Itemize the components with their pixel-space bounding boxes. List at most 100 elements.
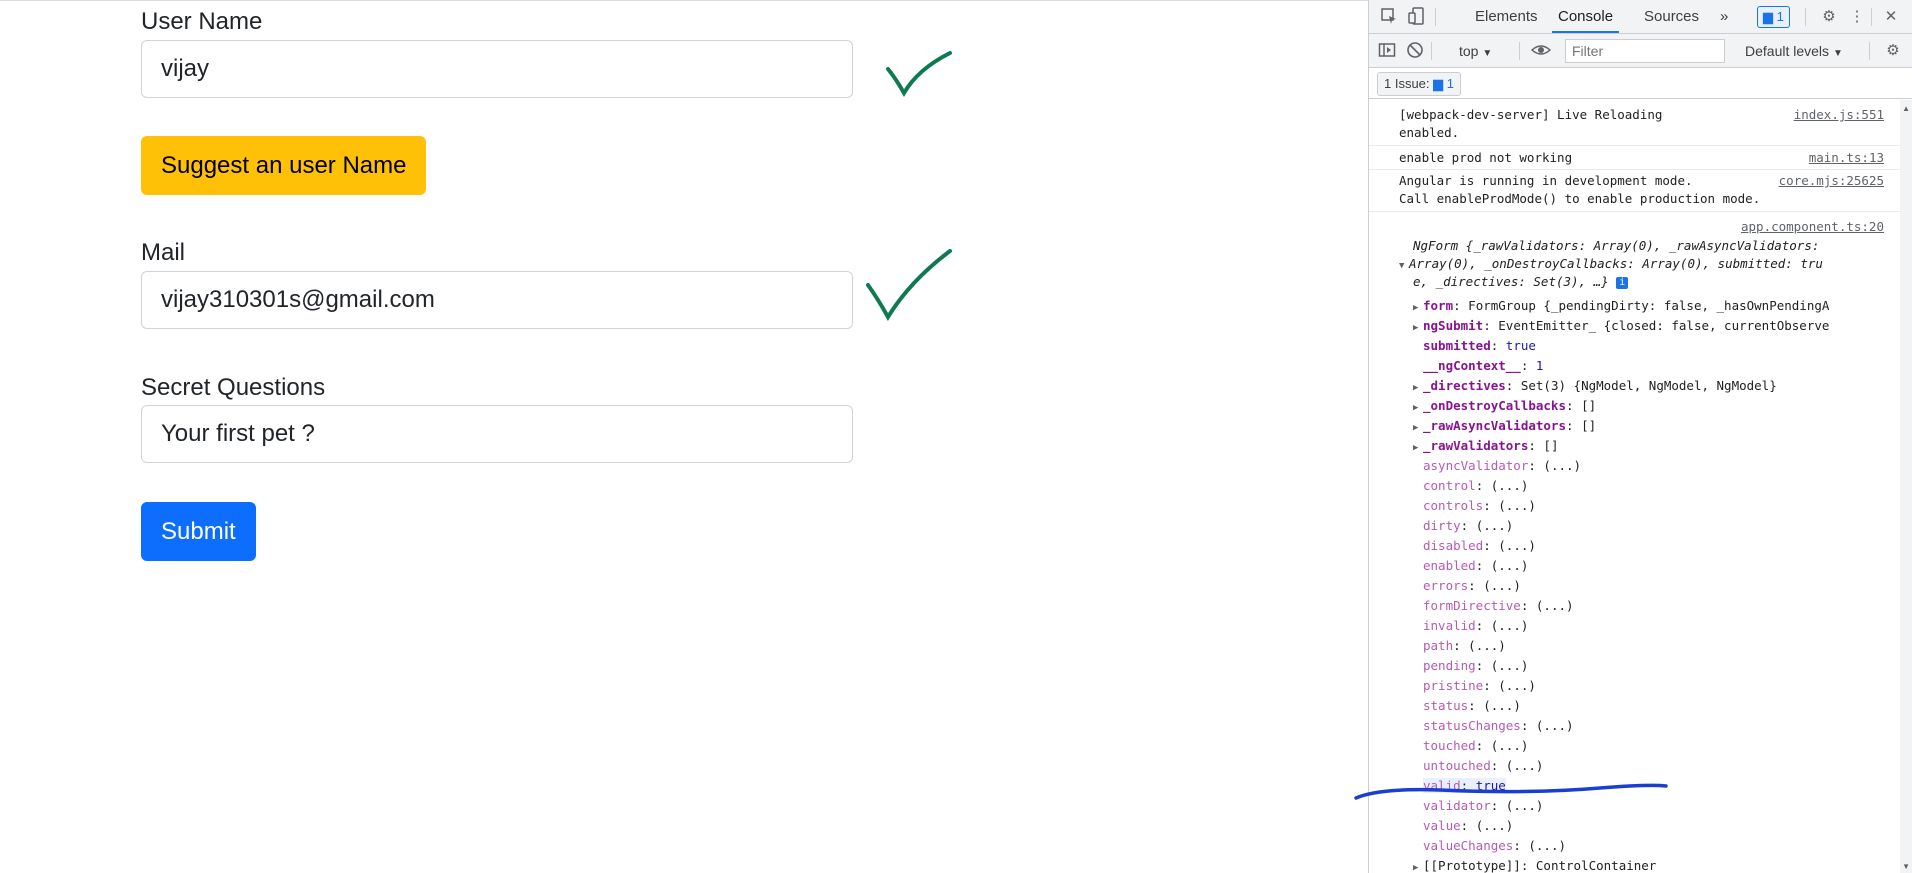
property-row[interactable]: ▶ _directives: Set(3) {NgModel, NgModel, … [1413,376,1777,396]
property-colon: : [1528,438,1544,453]
sidebar-toggle-icon[interactable] [1377,41,1397,61]
property-value[interactable]: (...) [1543,458,1581,473]
property-colon: : [1520,598,1536,613]
secret-questions-label: Secret Questions [141,374,326,401]
property-value[interactable]: (...) [1491,658,1529,673]
console-scrollbar[interactable] [1900,100,1912,873]
property-value[interactable]: (...) [1483,698,1521,713]
checkmark-icon [866,249,952,321]
property-key: _rawAsyncValidators [1423,418,1566,433]
property-key: form [1423,298,1454,313]
console-message-source-link[interactable]: core.mjs:25625 [1779,172,1884,190]
property-value[interactable]: (...) [1491,478,1529,493]
clear-console-icon[interactable] [1405,41,1425,61]
property-value[interactable]: (...) [1506,758,1544,773]
open-issues-button[interactable]: 1 Issue: ▆ 1 [1377,72,1462,96]
property-key: submitted [1423,338,1491,353]
property-key: _onDestroyCallbacks [1423,398,1566,413]
property-key: valueChanges [1423,838,1514,853]
property-row[interactable]: ▶ _rawValidators: [] [1413,436,1558,456]
property-value: [] [1581,398,1597,413]
scroll-down-arrow-icon[interactable]: ▼ [1902,862,1910,871]
property-row: pristine: (...) [1413,676,1536,696]
property-colon: : [1453,638,1469,653]
property-entry: ngSubmit: EventEmitter_ {closed: false, … [1423,318,1829,333]
property-value: [] [1543,438,1559,453]
property-row: valueChanges: (...) [1413,836,1566,856]
mail-input[interactable] [141,271,853,329]
tab-sources[interactable]: Sources [1638,0,1705,33]
app-page: User Name Suggest an user Name Mail Secr… [0,0,1368,873]
console-message-text: [webpack-dev-server] Live Reloading enab… [1399,107,1663,140]
close-icon[interactable]: ✕ [1881,7,1901,27]
property-value[interactable]: (...) [1536,598,1574,613]
more-tabs-icon[interactable]: » [1714,0,1734,33]
property-value[interactable]: (...) [1468,638,1506,653]
property-colon: : [1490,758,1506,773]
property-row[interactable]: ▶ _rawAsyncValidators: [] [1413,416,1596,436]
tab-console[interactable]: Console [1552,0,1620,33]
property-row[interactable]: ▶ ngSubmit: EventEmitter_ {closed: false,… [1413,316,1829,336]
annotation-underline [1354,783,1668,800]
prototype-row[interactable]: ▶ [[Prototype]]: ControlContainer [1413,856,1656,873]
property-key: _directives [1423,378,1506,393]
submit-button[interactable]: Submit [141,502,256,561]
property-row: formDirective: (...) [1413,596,1574,616]
property-row: touched: (...) [1413,736,1528,756]
property-row[interactable]: ▶ form: FormGroup {_pendingDirty: false, … [1413,296,1829,316]
property-key: touched [1423,738,1476,753]
property-value[interactable]: (...) [1491,738,1529,753]
issues-counter-badge[interactable]: ▆ 1 [1757,6,1790,28]
property-key: disabled [1423,538,1484,553]
property-colon: : [1475,658,1491,673]
log-levels-value: Default levels [1745,43,1830,59]
object-expand-toggle[interactable]: ▼ Array(0), _onDestroyCallbacks: Array(0)… [1399,254,1823,274]
property-value: [] [1581,418,1597,433]
device-toolbar-icon[interactable] [1407,7,1427,27]
property-entry: _rawAsyncValidators: [] [1423,418,1596,433]
console-filter-input[interactable] [1565,39,1725,63]
live-expression-eye-icon[interactable] [1530,41,1552,61]
console-message-source-link[interactable]: index.js:551 [1794,106,1884,124]
property-value[interactable]: (...) [1536,718,1574,733]
secret-question-input[interactable] [141,405,853,463]
mail-label: Mail [141,239,186,266]
property-value[interactable]: (...) [1528,838,1566,853]
property-value[interactable]: (...) [1498,538,1536,553]
property-value[interactable]: (...) [1483,578,1521,593]
inspect-element-icon[interactable] [1379,7,1399,27]
console-message-source-link[interactable]: app.component.ts:20 [1741,218,1884,236]
console-message-source-link[interactable]: main.ts:13 [1809,149,1884,167]
suggest-username-button[interactable]: Suggest an user Name [141,136,427,195]
property-colon: : [1483,498,1499,513]
property-row: errors: (...) [1413,576,1521,596]
property-key: pristine [1423,678,1484,693]
property-entry: _onDestroyCallbacks: [] [1423,398,1596,413]
property-colon: : [1475,618,1491,633]
property-value[interactable]: (...) [1476,518,1514,533]
issues-count: 1 [1446,76,1455,91]
collapsed-triangle-icon: ▶ [1413,443,1419,453]
property-value[interactable]: (...) [1498,498,1536,513]
context-selector[interactable]: top ▼ [1453,34,1498,68]
property-value[interactable]: (...) [1498,678,1536,693]
property-value[interactable]: (...) [1491,618,1529,633]
property-entry: untouched: (...) [1423,758,1543,773]
settings-gear-icon[interactable]: ⚙ [1819,7,1839,27]
property-row[interactable]: ▶ _onDestroyCallbacks: [] [1413,396,1596,416]
property-entry: dirty: (...) [1423,518,1513,533]
property-value[interactable]: (...) [1491,558,1529,573]
property-entry: invalid: (...) [1423,618,1528,633]
issues-label: 1 Issue: [1384,76,1430,91]
toolbar-divider [1871,8,1872,26]
property-value[interactable]: (...) [1476,818,1514,833]
kebab-menu-icon[interactable]: ⋮ [1847,7,1867,27]
property-row: disabled: (...) [1413,536,1536,556]
property-entry: __ngContext__: 1 [1423,358,1543,373]
tab-elements[interactable]: Elements [1469,0,1544,33]
scroll-up-arrow-icon[interactable]: ▲ [1902,104,1910,113]
console-settings-gear-icon[interactable]: ⚙ [1883,41,1903,61]
username-input[interactable] [141,40,853,98]
log-levels-dropdown[interactable]: Default levels ▼ [1739,34,1849,68]
property-row: pending: (...) [1413,656,1528,676]
